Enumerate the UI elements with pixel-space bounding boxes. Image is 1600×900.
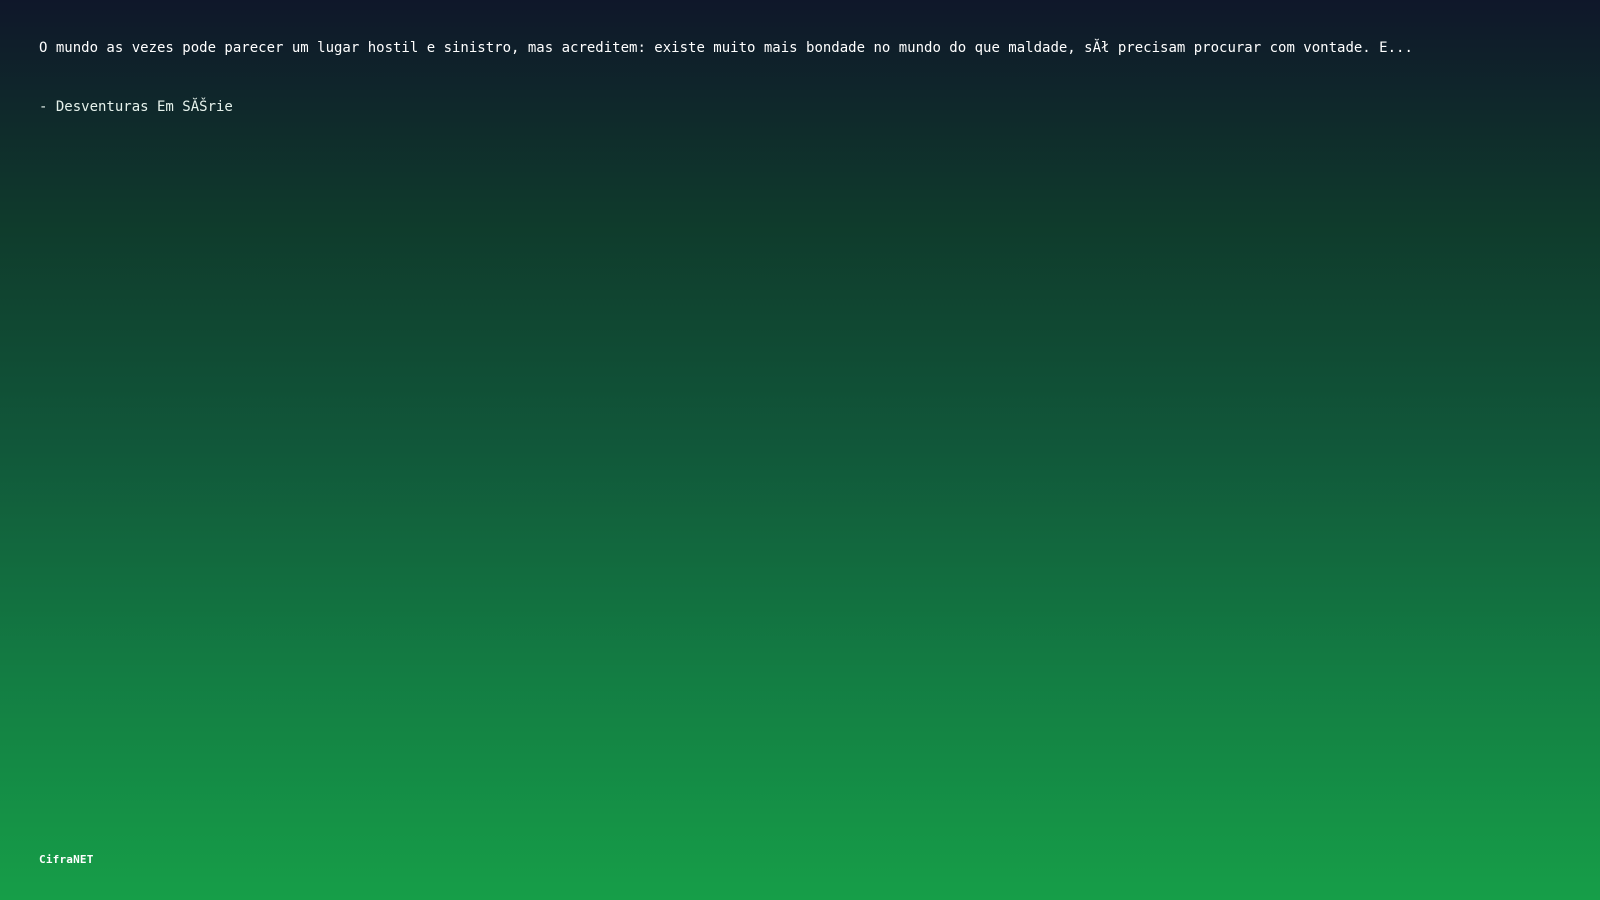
brand-logo-text: CifraNET — [39, 853, 94, 866]
quote-author: - Desventuras Em SĂŠrie — [39, 99, 233, 115]
quote-block: O mundo as vezes pode parecer um lugar h… — [39, 38, 1559, 117]
quote-text: O mundo as vezes pode parecer um lugar h… — [39, 40, 1413, 56]
